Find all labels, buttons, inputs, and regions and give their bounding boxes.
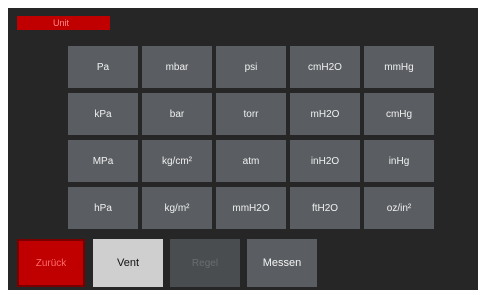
unit-button-hpa[interactable]: hPa xyxy=(68,187,138,229)
unit-button-mh2o[interactable]: mH2O xyxy=(290,93,360,135)
unit-button-psi[interactable]: psi xyxy=(216,46,286,88)
unit-button-cmh2o[interactable]: cmH2O xyxy=(290,46,360,88)
unit-button-kg-cm2[interactable]: kg/cm² xyxy=(142,140,212,182)
unit-button-mmhg[interactable]: mmHg xyxy=(364,46,434,88)
unit-button-atm[interactable]: atm xyxy=(216,140,286,182)
back-button[interactable]: Zurück xyxy=(17,239,85,287)
unit-button-cmhg[interactable]: cmHg xyxy=(364,93,434,135)
unit-button-kpa[interactable]: kPa xyxy=(68,93,138,135)
unit-button-inh2o[interactable]: inH2O xyxy=(290,140,360,182)
unit-button-mbar[interactable]: mbar xyxy=(142,46,212,88)
messen-button[interactable]: Messen xyxy=(247,239,317,287)
regel-button: Regel xyxy=(170,239,240,287)
unit-button-mpa[interactable]: MPa xyxy=(68,140,138,182)
unit-button-inhg[interactable]: inHg xyxy=(364,140,434,182)
unit-button-oz-in2[interactable]: oz/in² xyxy=(364,187,434,229)
unit-button-pa[interactable]: Pa xyxy=(68,46,138,88)
vent-button[interactable]: Vent xyxy=(93,239,163,287)
unit-button-bar[interactable]: bar xyxy=(142,93,212,135)
screen-title: Unit xyxy=(17,16,110,30)
unit-button-mmh2o[interactable]: mmH2O xyxy=(216,187,286,229)
unit-screen: Unit Pa mbar psi cmH2O mmHg kPa bar torr… xyxy=(8,8,478,290)
unit-grid: Pa mbar psi cmH2O mmHg kPa bar torr mH2O… xyxy=(68,46,434,229)
unit-button-torr[interactable]: torr xyxy=(216,93,286,135)
unit-button-kg-m2[interactable]: kg/m² xyxy=(142,187,212,229)
unit-button-fth2o[interactable]: ftH2O xyxy=(290,187,360,229)
